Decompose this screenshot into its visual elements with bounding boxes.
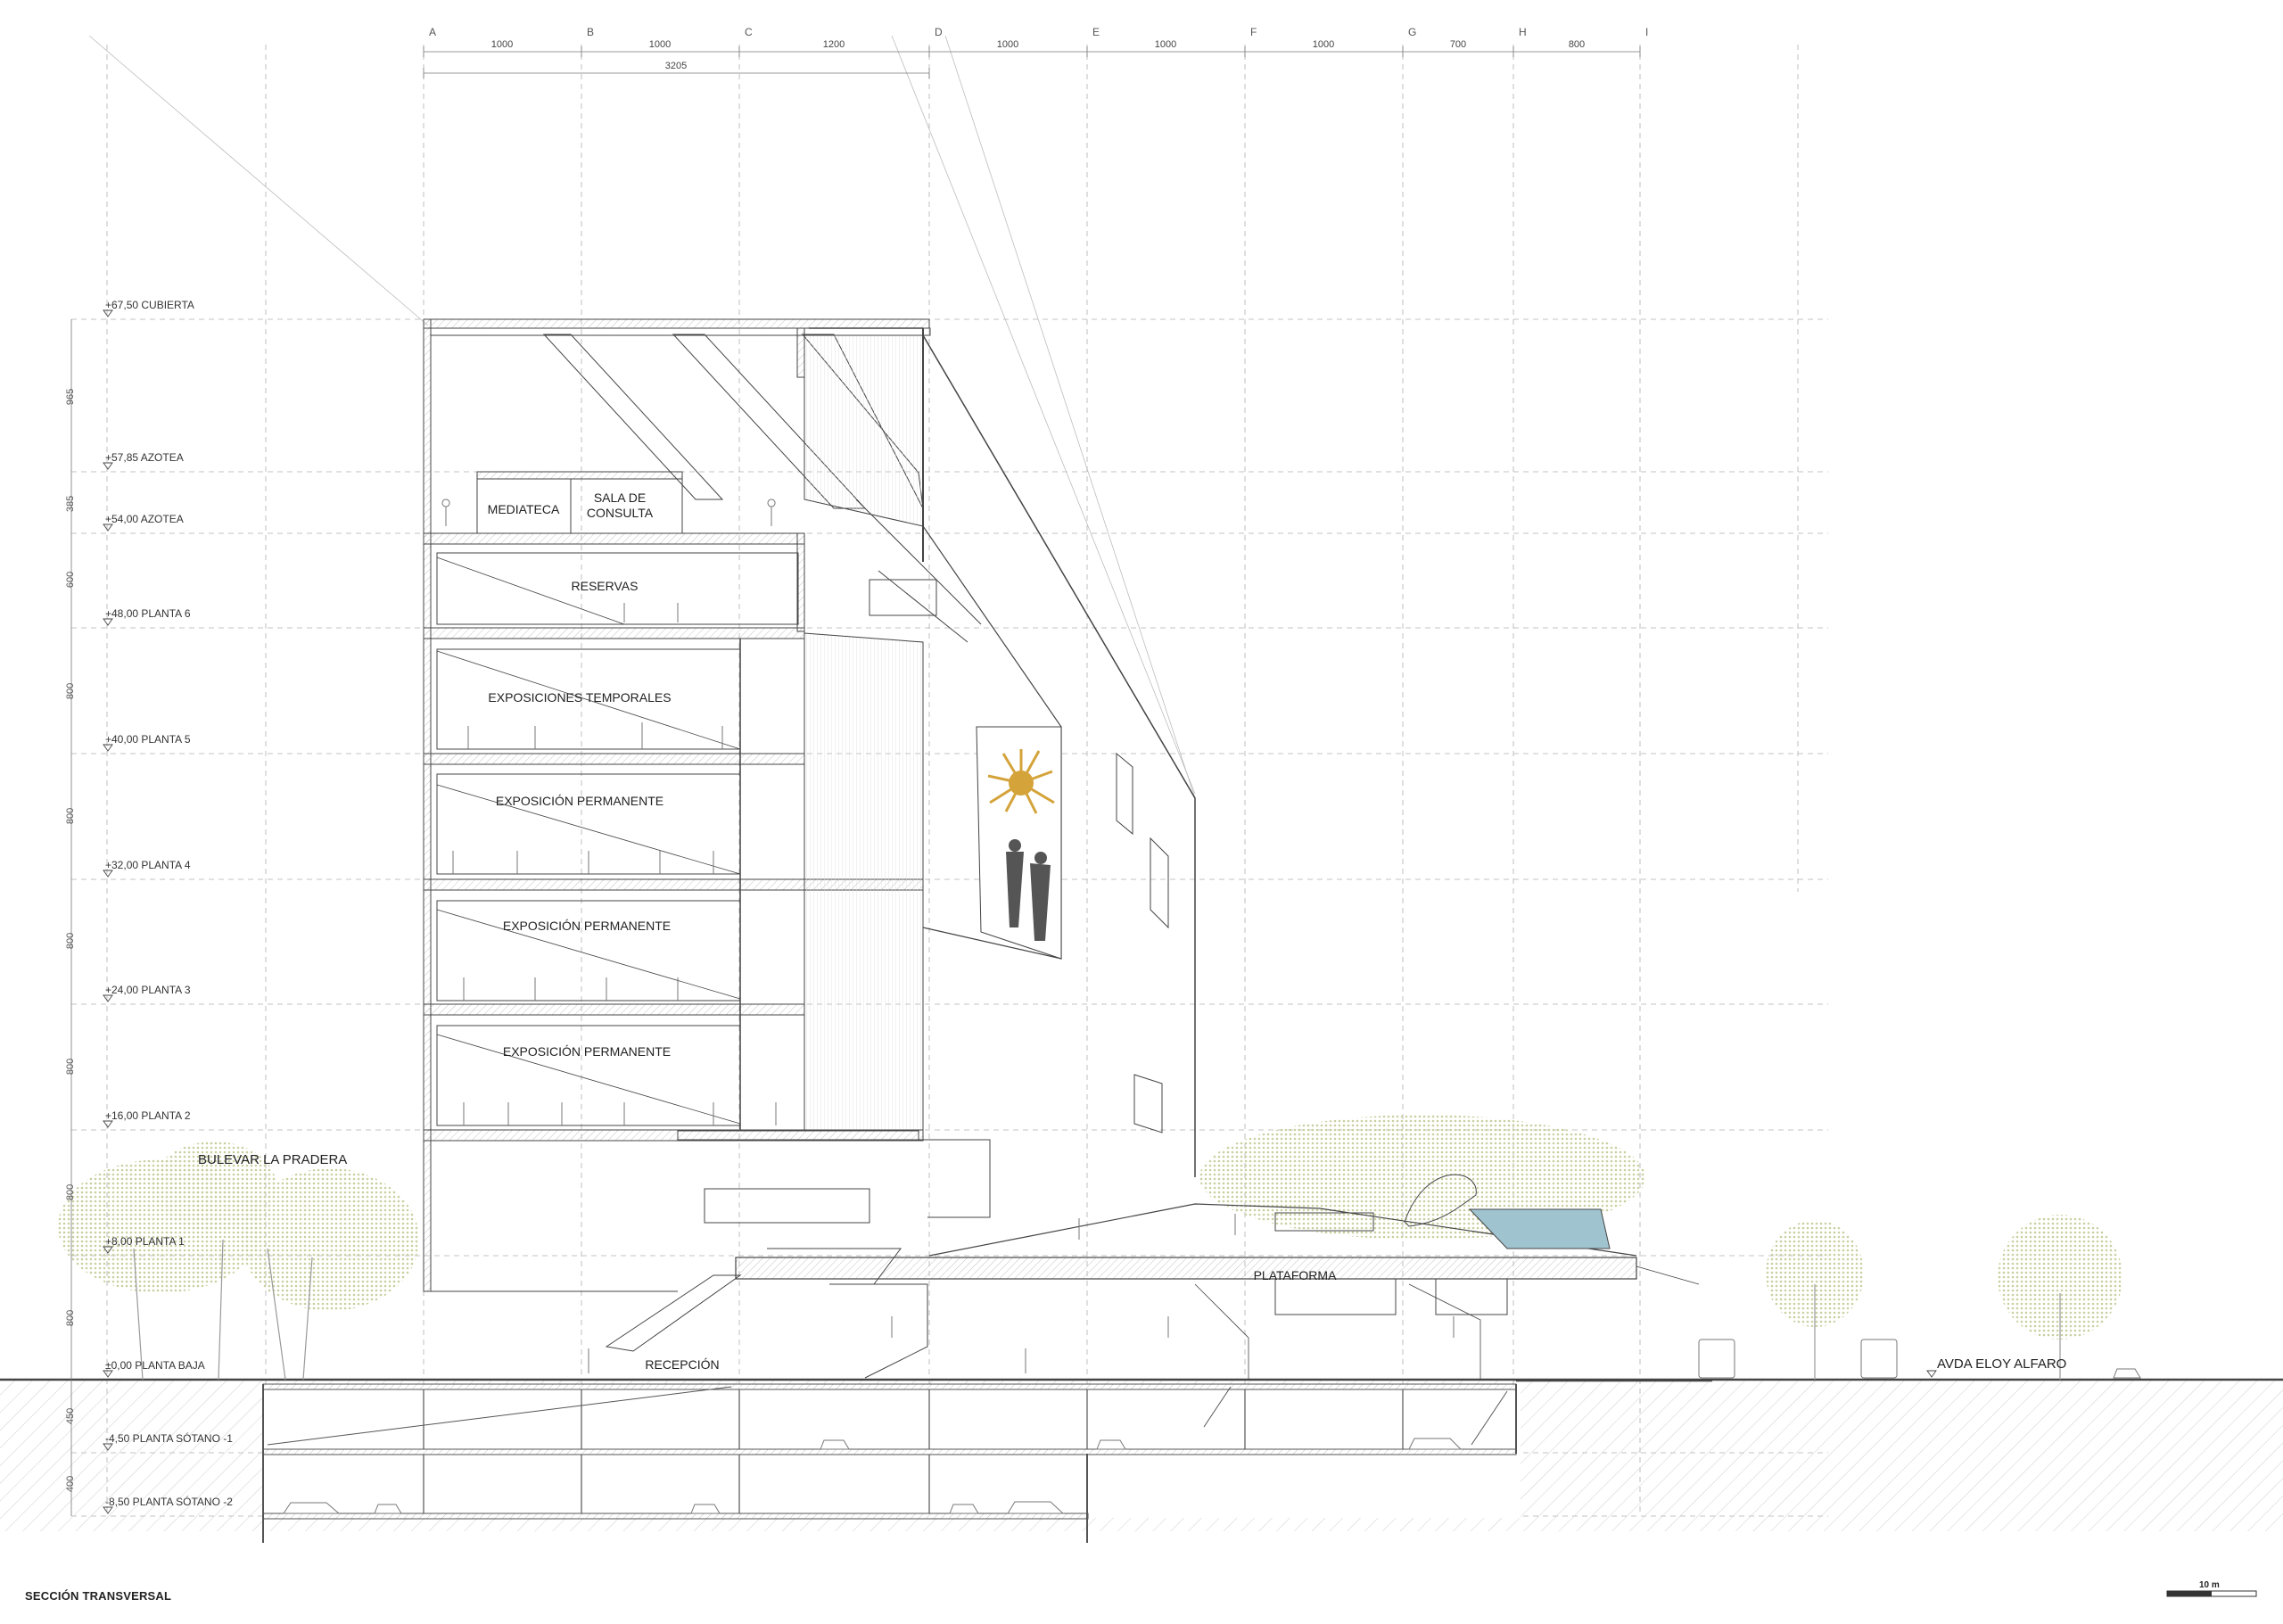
storey-height: 800	[65, 1310, 76, 1326]
room-label-mediateca: MEDIATECA	[488, 502, 560, 516]
level-label: +54,00 AZOTEA	[105, 513, 184, 525]
level-label: +16,00 PLANTA 2	[105, 1109, 191, 1122]
grid-span-dimension: 1000	[1155, 39, 1176, 50]
level-label: +57,85 AZOTEA	[105, 451, 184, 464]
level-label: +67,50 CUBIERTA	[105, 299, 194, 311]
storey-height: 800	[65, 683, 76, 699]
grid-span-dimension: 1000	[491, 39, 513, 50]
grid-axis-label: C	[745, 26, 753, 38]
storey-height: 800	[65, 808, 76, 824]
room-label-sala: CONSULTA	[587, 506, 654, 520]
storey-height: 450	[65, 1408, 76, 1424]
sun-artwork	[976, 726, 1062, 960]
room-label-permanente: EXPOSICIÓN PERMANENTE	[503, 919, 671, 933]
storey-height: 800	[65, 933, 76, 949]
grid-span-dimension: 1000	[1313, 39, 1334, 50]
scale-label: 10 m	[2199, 1580, 2220, 1590]
level-label: -4,50 PLANTA SÓTANO -1	[105, 1431, 233, 1445]
scale-bar	[2166, 1590, 2257, 1597]
room-label-reservas: RESERVAS	[572, 579, 639, 593]
grid-span-dimension: 700	[1450, 39, 1466, 50]
room-label-plataforma: PLATAFORMA	[1254, 1268, 1337, 1282]
level-label: +32,00 PLANTA 4	[105, 859, 191, 871]
level-label: +24,00 PLANTA 3	[105, 984, 191, 996]
grid-axis-label: G	[1408, 26, 1416, 38]
grid-axis-label: B	[587, 26, 594, 38]
level-label: +8,00 PLANTA 1	[105, 1235, 185, 1248]
grid-span-dimension: 800	[1569, 39, 1585, 50]
street-label-west: BULEVAR LA PRADERA	[198, 1152, 347, 1167]
grid-span-dimension: 1000	[997, 39, 1018, 50]
storey-height: 400	[65, 1476, 76, 1492]
storey-height: 600	[65, 572, 76, 588]
grid-axis-label: E	[1092, 26, 1100, 38]
sheet-title: SECCIÓN TRANSVERSAL	[25, 1589, 172, 1603]
grid-axis-header: A B C D E F G H I 1000 1000 1200 1000 10…	[423, 26, 1648, 78]
room-label-temporales: EXPOSICIONES TEMPORALES	[488, 690, 671, 705]
grid-axis-label: A	[429, 26, 436, 38]
storey-height: 385	[65, 496, 76, 512]
room-label-sala: SALA DE	[594, 490, 646, 505]
storey-height: 800	[65, 1059, 76, 1075]
grid-span-dimension: 1200	[823, 39, 845, 50]
street-label-east: AVDA ELOY ALFARO	[1937, 1356, 2066, 1372]
room-label-permanente: EXPOSICIÓN PERMANENTE	[496, 794, 663, 808]
level-label: -8,50 PLANTA SÓTANO -2	[105, 1495, 233, 1508]
grid-axis-label: F	[1250, 26, 1257, 38]
level-label: +48,00 PLANTA 6	[105, 607, 191, 620]
trees	[58, 1115, 2122, 1381]
overall-dimension: 3205	[665, 61, 687, 71]
drawing-sheet: A B C D E F G H I 1000 1000 1200 1000 10…	[0, 0, 2283, 1624]
level-label: +40,00 PLANTA 5	[105, 733, 191, 746]
level-label: ±0,00 PLANTA BAJA	[105, 1359, 205, 1372]
bus-icons	[1698, 1339, 2141, 1379]
room-label-permanente: EXPOSICIÓN PERMANENTE	[503, 1044, 671, 1059]
room-label-recepcion: RECEPCIÓN	[645, 1357, 719, 1372]
section-drawing: A B C D E F G H I 1000 1000 1200 1000 10…	[0, 26, 2283, 1597]
level-lines	[71, 318, 1828, 1517]
grid-axis-label: I	[1645, 26, 1648, 38]
grid-axis-label: D	[935, 26, 943, 38]
grid-span-dimension: 1000	[649, 39, 671, 50]
ground	[0, 1378, 2283, 1531]
storey-height: 800	[65, 1184, 76, 1200]
storey-height: 965	[65, 389, 76, 405]
grid-axis-label: H	[1519, 26, 1527, 38]
projection-lines	[88, 35, 1196, 799]
